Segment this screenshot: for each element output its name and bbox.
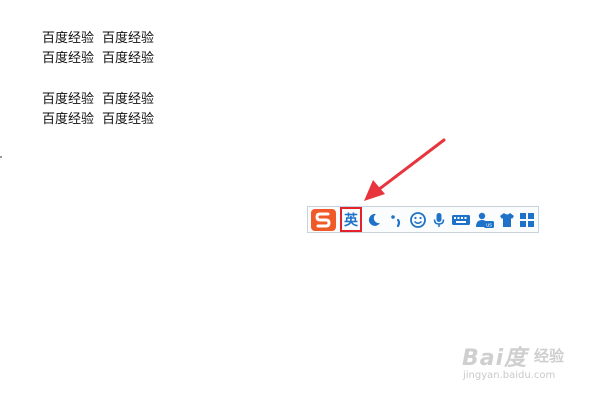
baidu-jingyan-watermark: Bai度 经验 jingyan.baidu.com — [462, 340, 572, 390]
watermark-url: jingyan.baidu.com — [463, 370, 556, 381]
sogou-s-logo-icon[interactable] — [311, 209, 336, 231]
text-word: 百度经验 — [102, 31, 155, 46]
shirt-icon[interactable] — [498, 211, 516, 229]
text-line: 百度经验 百度经验 — [42, 49, 154, 69]
text-line: 百度经验 百度经验 — [42, 110, 154, 130]
watermark-suffix: 经验 — [534, 347, 565, 365]
punctuation-icon[interactable] — [387, 211, 405, 229]
microphone-icon[interactable] — [430, 211, 448, 229]
svg-text:us: us — [486, 223, 492, 229]
text-word: 百度经验 — [42, 31, 95, 46]
text-word: 百度经验 — [42, 112, 95, 127]
language-mode-button[interactable]: 英 — [340, 207, 362, 232]
ime-toolbar[interactable]: 英 us — [307, 206, 539, 233]
watermark-brand: Bai度 — [462, 346, 528, 371]
text-cursor-mark — [0, 156, 2, 158]
smiley-icon[interactable] — [409, 211, 427, 229]
moon-icon[interactable] — [365, 211, 383, 229]
user-icon[interactable]: us — [475, 211, 495, 229]
text-word: 百度经验 — [102, 92, 155, 107]
text-word: 百度经验 — [102, 51, 155, 66]
text-line: 百度经验 百度经验 — [42, 90, 154, 110]
text-line: 百度经验 百度经验 — [42, 29, 154, 49]
keyboard-icon[interactable] — [451, 211, 471, 229]
text-word: 百度经验 — [102, 112, 155, 127]
text-word: 百度经验 — [42, 92, 95, 107]
document-text: 百度经验 百度经验 百度经验 百度经验 百度经验 百度经验 百度经验 百度经验 — [42, 29, 154, 130]
grid-icon[interactable] — [518, 211, 536, 229]
text-word: 百度经验 — [42, 51, 95, 66]
